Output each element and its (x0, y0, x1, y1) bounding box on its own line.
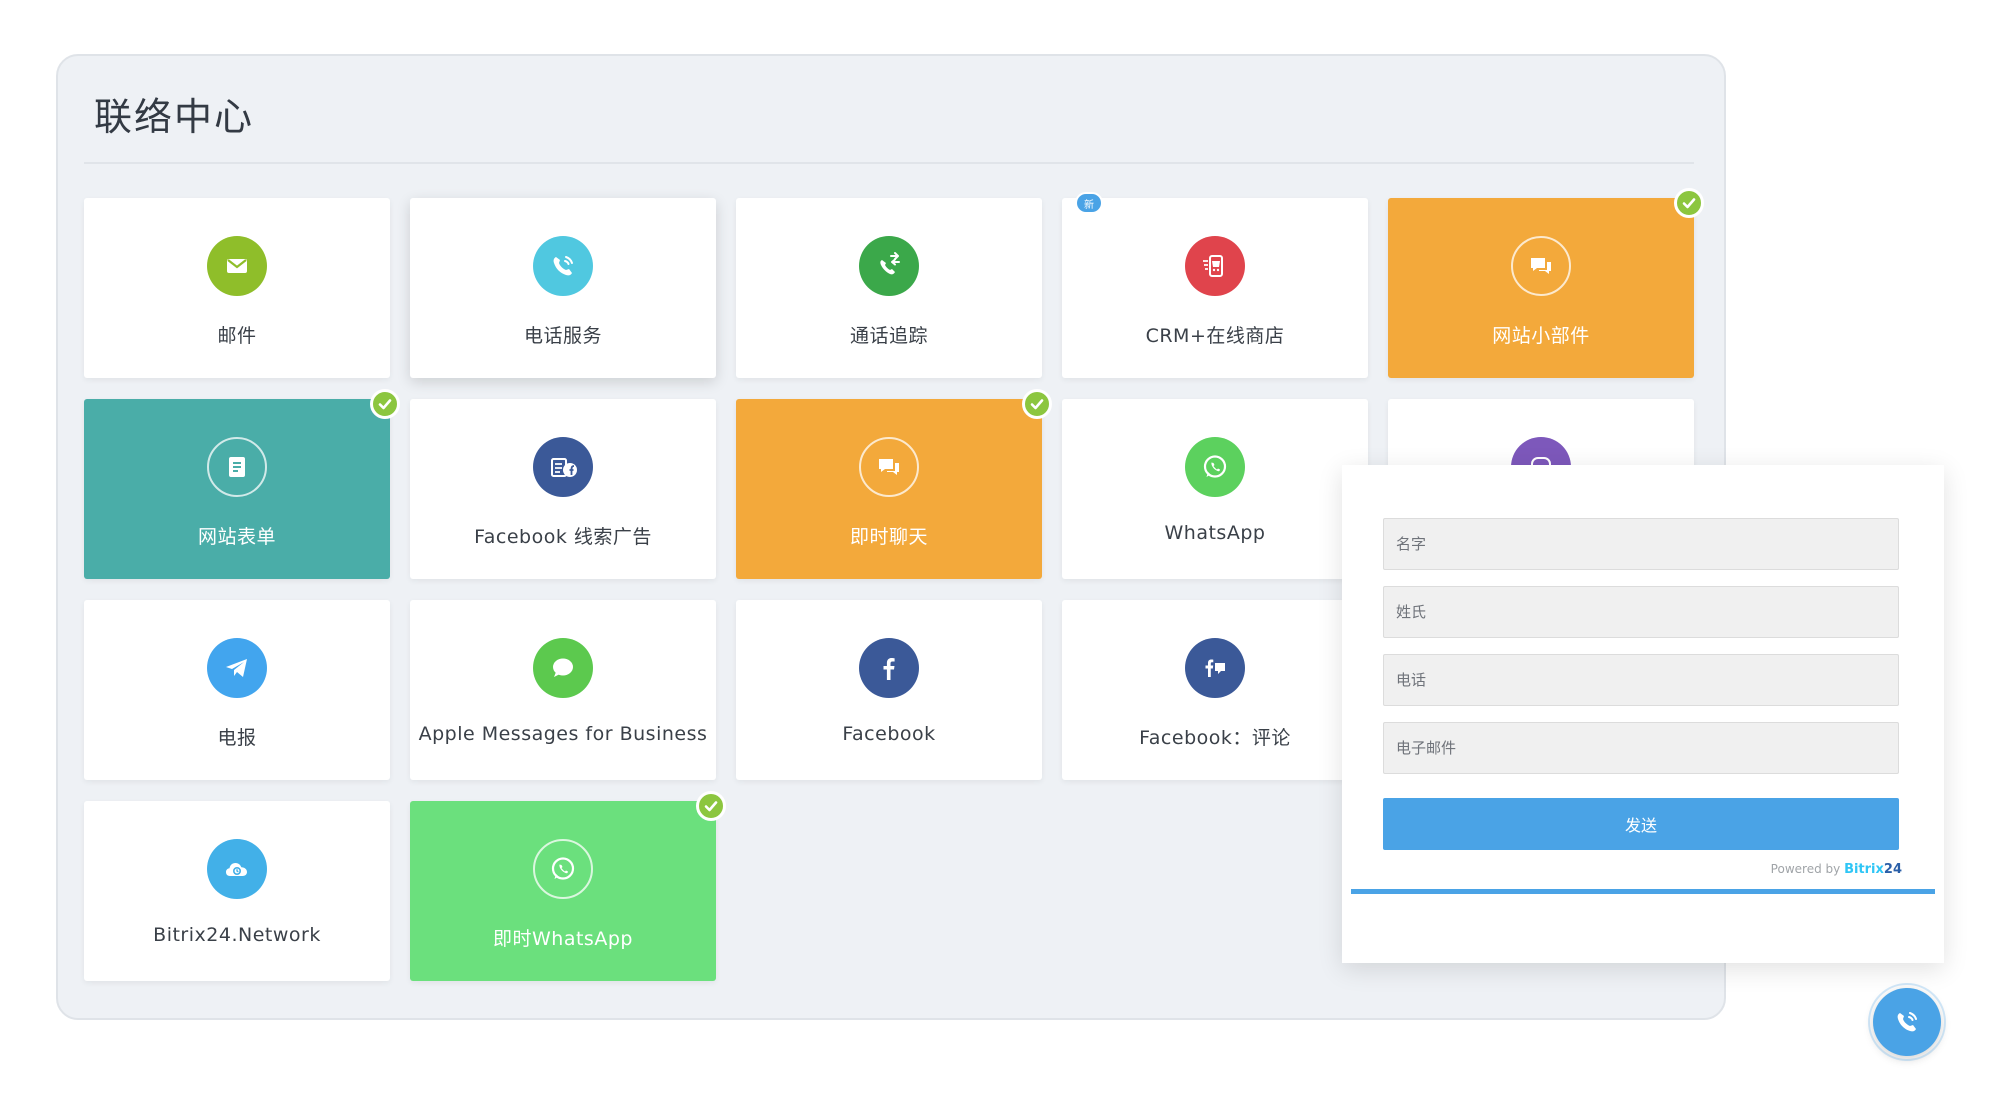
connected-check-icon (696, 791, 726, 821)
connected-check-icon (370, 389, 400, 419)
store-cart-icon (1185, 236, 1245, 296)
tile-email[interactable]: 邮件 (84, 198, 390, 378)
tile-label: 电话服务 (523, 325, 602, 347)
powered-by-text: Powered by (1770, 862, 1841, 876)
tile-label: Facebook 线索广告 (474, 526, 652, 548)
tile-label: 电报 (217, 727, 257, 749)
floating-call-button[interactable] (1868, 983, 1946, 1061)
call-tracking-icon (859, 236, 919, 296)
chat-bubbles-icon (1511, 236, 1571, 296)
tile-website-widget[interactable]: 网站小部件 (1388, 188, 1704, 378)
tile-facebook-lead-ads[interactable]: Facebook 线索广告 (410, 399, 716, 579)
tile-call-tracking[interactable]: 通话追踪 (736, 198, 1042, 378)
tile-label: Apple Messages for Business (418, 723, 708, 745)
new-badge: 新 (1075, 192, 1103, 214)
tile-whatsapp[interactable]: WhatsApp (1062, 399, 1368, 579)
tile-facebook-comments[interactable]: Facebook：评论 (1062, 600, 1368, 780)
tile-bitrix24-network[interactable]: Bitrix24.Network (84, 801, 390, 981)
connected-check-icon (1674, 188, 1704, 218)
tile-telegram[interactable]: 电报 (84, 600, 390, 780)
form-underline (1351, 889, 1935, 894)
phone-field[interactable] (1383, 654, 1899, 706)
form-icon (207, 437, 267, 497)
tile-label: Facebook：评论 (1139, 727, 1291, 749)
bitrix24-logo: Bitrix24 (1844, 862, 1902, 877)
tile-website-form[interactable]: 网站表单 (84, 389, 400, 579)
divider (84, 162, 1694, 164)
connected-check-icon (1022, 389, 1052, 419)
tile-label: WhatsApp (1164, 522, 1266, 544)
last-name-field[interactable] (1383, 586, 1899, 638)
tile-label: 邮件 (217, 325, 257, 347)
tile-apple-messages[interactable]: Apple Messages for Business (410, 600, 716, 780)
phone-icon (533, 236, 593, 296)
apple-messages-icon (533, 638, 593, 698)
tile-live-chat[interactable]: 即时聊天 (736, 389, 1052, 579)
tile-label: 即时WhatsApp (493, 928, 633, 950)
whatsapp-icon (1185, 437, 1245, 497)
web-form-card: 发送 Powered by Bitrix24 (1342, 465, 1944, 963)
tile-facebook[interactable]: Facebook (736, 600, 1042, 780)
facebook-lead-ads-icon (533, 437, 593, 497)
page-title: 联络中心 (94, 95, 255, 139)
telegram-icon (207, 638, 267, 698)
tile-label: CRM+在线商店 (1145, 325, 1285, 347)
first-name-field[interactable] (1383, 518, 1899, 570)
facebook-comments-icon (1185, 638, 1245, 698)
chat-bubbles-icon (859, 437, 919, 497)
mail-icon (207, 236, 267, 296)
tile-instant-whatsapp[interactable]: 即时WhatsApp (410, 791, 726, 981)
email-field[interactable] (1383, 722, 1899, 774)
tile-label: 网站表单 (197, 526, 276, 548)
facebook-icon (859, 638, 919, 698)
tile-label: 即时聊天 (849, 526, 928, 548)
send-button[interactable]: 发送 (1383, 798, 1899, 850)
tile-crm-store[interactable]: 新 CRM+在线商店 (1062, 192, 1368, 378)
phone-icon (1897, 1012, 1917, 1032)
powered-by[interactable]: Powered by Bitrix24 (1771, 862, 1902, 877)
whatsapp-icon (533, 839, 593, 899)
cloud-icon (207, 839, 267, 899)
tile-label: Facebook (842, 723, 936, 745)
tile-telephony[interactable]: 电话服务 (410, 198, 716, 378)
tile-label: 网站小部件 (1492, 325, 1590, 347)
tile-label: Bitrix24.Network (153, 924, 321, 946)
tile-label: 通话追踪 (849, 325, 928, 347)
